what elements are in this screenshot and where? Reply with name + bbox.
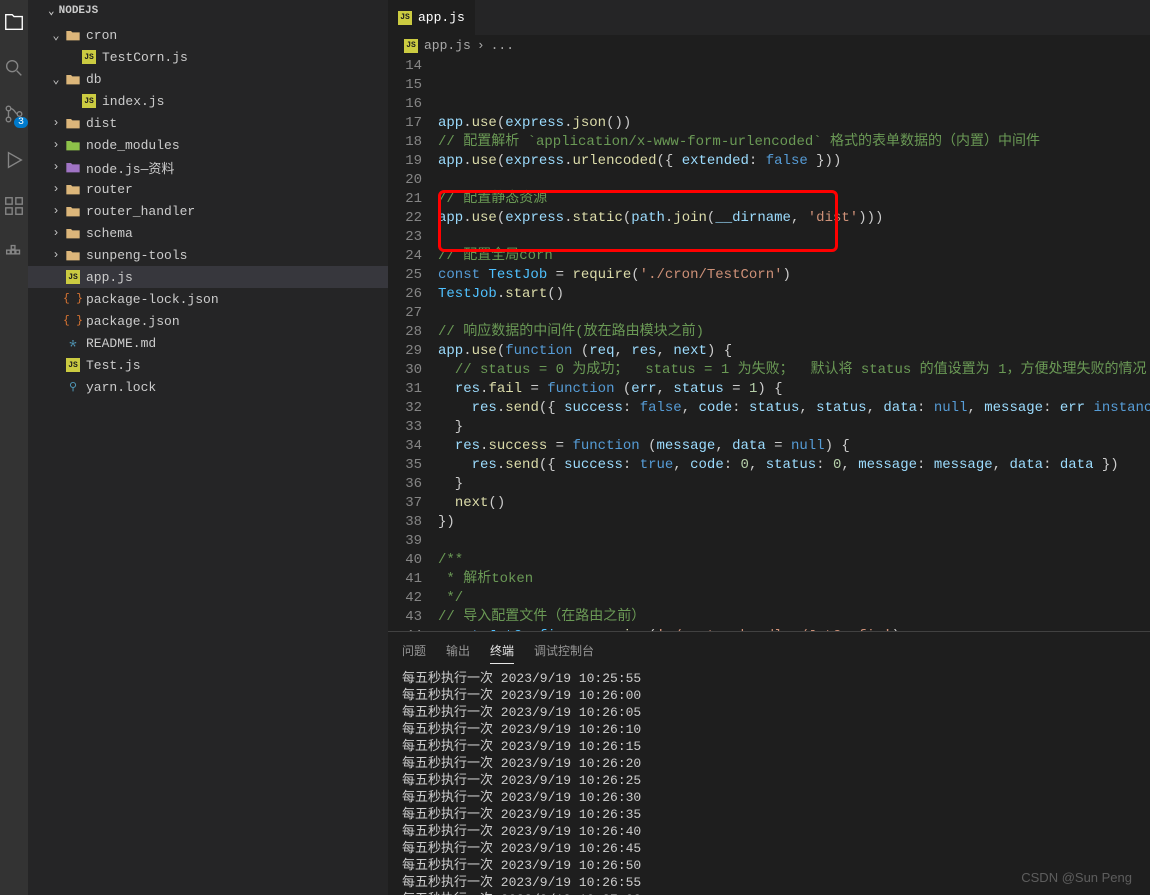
file-label: schema — [86, 226, 133, 241]
folder-db[interactable]: ⌄db — [28, 68, 388, 90]
folder-icon — [64, 204, 82, 218]
folder-icon — [64, 116, 82, 130]
extensions-icon[interactable] — [2, 194, 26, 218]
json-file-icon: { } — [64, 293, 82, 305]
file-label: db — [86, 72, 102, 87]
file-label: app.js — [86, 270, 133, 285]
source-control-icon[interactable]: 3 — [2, 102, 26, 126]
folder-icon — [64, 28, 82, 42]
file-label: router_handler — [86, 204, 195, 219]
editor-tabs: JS app.js — [388, 0, 1150, 35]
folder-icon — [64, 182, 82, 196]
search-icon[interactable] — [2, 56, 26, 80]
file-label: package.json — [86, 314, 180, 329]
file-yarn.lock[interactable]: ⚲ yarn.lock — [28, 376, 388, 398]
folder-icon — [64, 248, 82, 262]
folder-sunpeng-tools[interactable]: ›sunpeng-tools — [28, 244, 388, 266]
panel-tabs: 问题输出终端调试控制台 — [388, 632, 1150, 664]
js-file-icon: JS — [64, 358, 82, 372]
folder-icon — [64, 72, 82, 86]
file-index.js[interactable]: JS index.js — [28, 90, 388, 112]
folder-schema[interactable]: ›schema — [28, 222, 388, 244]
js-file-icon: JS — [64, 270, 82, 284]
breadcrumb[interactable]: JS app.js › ... — [388, 35, 1150, 57]
breadcrumb-sep: › — [477, 38, 485, 53]
file-label: dist — [86, 116, 117, 131]
panel-tab-0[interactable]: 问题 — [402, 638, 426, 664]
folder-router[interactable]: ›router — [28, 178, 388, 200]
file-label: sunpeng-tools — [86, 248, 187, 263]
md-file-icon: 🞰 — [64, 335, 82, 352]
folder-node.js—资料[interactable]: ›node.js—资料 — [28, 156, 388, 178]
tab-app-js[interactable]: JS app.js — [388, 0, 475, 35]
breadcrumb-file: app.js — [424, 38, 471, 53]
breadcrumb-rest: ... — [491, 38, 514, 53]
panel-tab-3[interactable]: 调试控制台 — [534, 638, 594, 664]
project-title: NODEJS — [59, 5, 99, 17]
lock-file-icon: ⚲ — [64, 380, 82, 394]
file-label: TestCorn.js — [102, 50, 188, 65]
file-Test.js[interactable]: JS Test.js — [28, 354, 388, 376]
folder-node_modules[interactable]: ›node_modules — [28, 134, 388, 156]
scm-badge: 3 — [14, 117, 28, 128]
panel-tab-2[interactable]: 终端 — [490, 638, 514, 664]
line-number-gutter: 1415161718192021222324252627282930313233… — [388, 57, 438, 631]
explorer-icon[interactable] — [2, 10, 26, 34]
folder-dist[interactable]: ›dist — [28, 112, 388, 134]
explorer-sidebar: ⌄ NODEJS ⌄cronJSTestCorn.js⌄dbJSindex.js… — [28, 0, 388, 895]
file-tree: ⌄cronJSTestCorn.js⌄dbJSindex.js›dist›nod… — [28, 22, 388, 895]
file-label: cron — [86, 28, 117, 43]
file-TestCorn.js[interactable]: JS TestCorn.js — [28, 46, 388, 68]
terminal-output[interactable]: 每五秒执行一次 2023/9/19 10:25:55 每五秒执行一次 2023/… — [388, 664, 1150, 895]
run-debug-icon[interactable] — [2, 148, 26, 172]
bottom-panel: 问题输出终端调试控制台 每五秒执行一次 2023/9/19 10:25:55 每… — [388, 631, 1150, 895]
js-file-icon: JS — [80, 94, 98, 108]
explorer-header[interactable]: ⌄ NODEJS — [28, 0, 388, 22]
watermark: CSDN @Sun Peng — [1021, 870, 1132, 885]
json-file-icon: { } — [64, 315, 82, 327]
file-label: README.md — [86, 336, 156, 351]
file-label: package-lock.json — [86, 292, 219, 307]
file-package.json[interactable]: { } package.json — [28, 310, 388, 332]
file-label: node.js—资料 — [86, 158, 174, 177]
file-package-lock.json[interactable]: { } package-lock.json — [28, 288, 388, 310]
tab-label: app.js — [418, 10, 465, 25]
file-README.md[interactable]: 🞰 README.md — [28, 332, 388, 354]
folder-icon — [64, 138, 82, 152]
file-label: yarn.lock — [86, 380, 156, 395]
js-file-icon: JS — [398, 11, 412, 25]
file-label: router — [86, 182, 133, 197]
file-label: Test.js — [86, 358, 141, 373]
folder-router_handler[interactable]: ›router_handler — [28, 200, 388, 222]
panel-tab-1[interactable]: 输出 — [446, 638, 470, 664]
js-file-icon: JS — [80, 50, 98, 64]
chevron-down-icon: ⌄ — [48, 4, 55, 18]
folder-icon — [64, 226, 82, 240]
code-editor[interactable]: 1415161718192021222324252627282930313233… — [388, 57, 1150, 631]
file-label: node_modules — [86, 138, 180, 153]
code-content[interactable]: app.use(express.json())// 配置解析 `applicat… — [438, 57, 1150, 631]
file-app.js[interactable]: JS app.js — [28, 266, 388, 288]
activity-bar: 3 — [0, 0, 28, 895]
file-label: index.js — [102, 94, 164, 109]
editor-area: JS app.js JS app.js › ... 14151617181920… — [388, 0, 1150, 895]
folder-icon — [64, 160, 82, 174]
docker-icon[interactable] — [2, 240, 26, 264]
js-file-icon: JS — [404, 39, 418, 53]
folder-cron[interactable]: ⌄cron — [28, 24, 388, 46]
